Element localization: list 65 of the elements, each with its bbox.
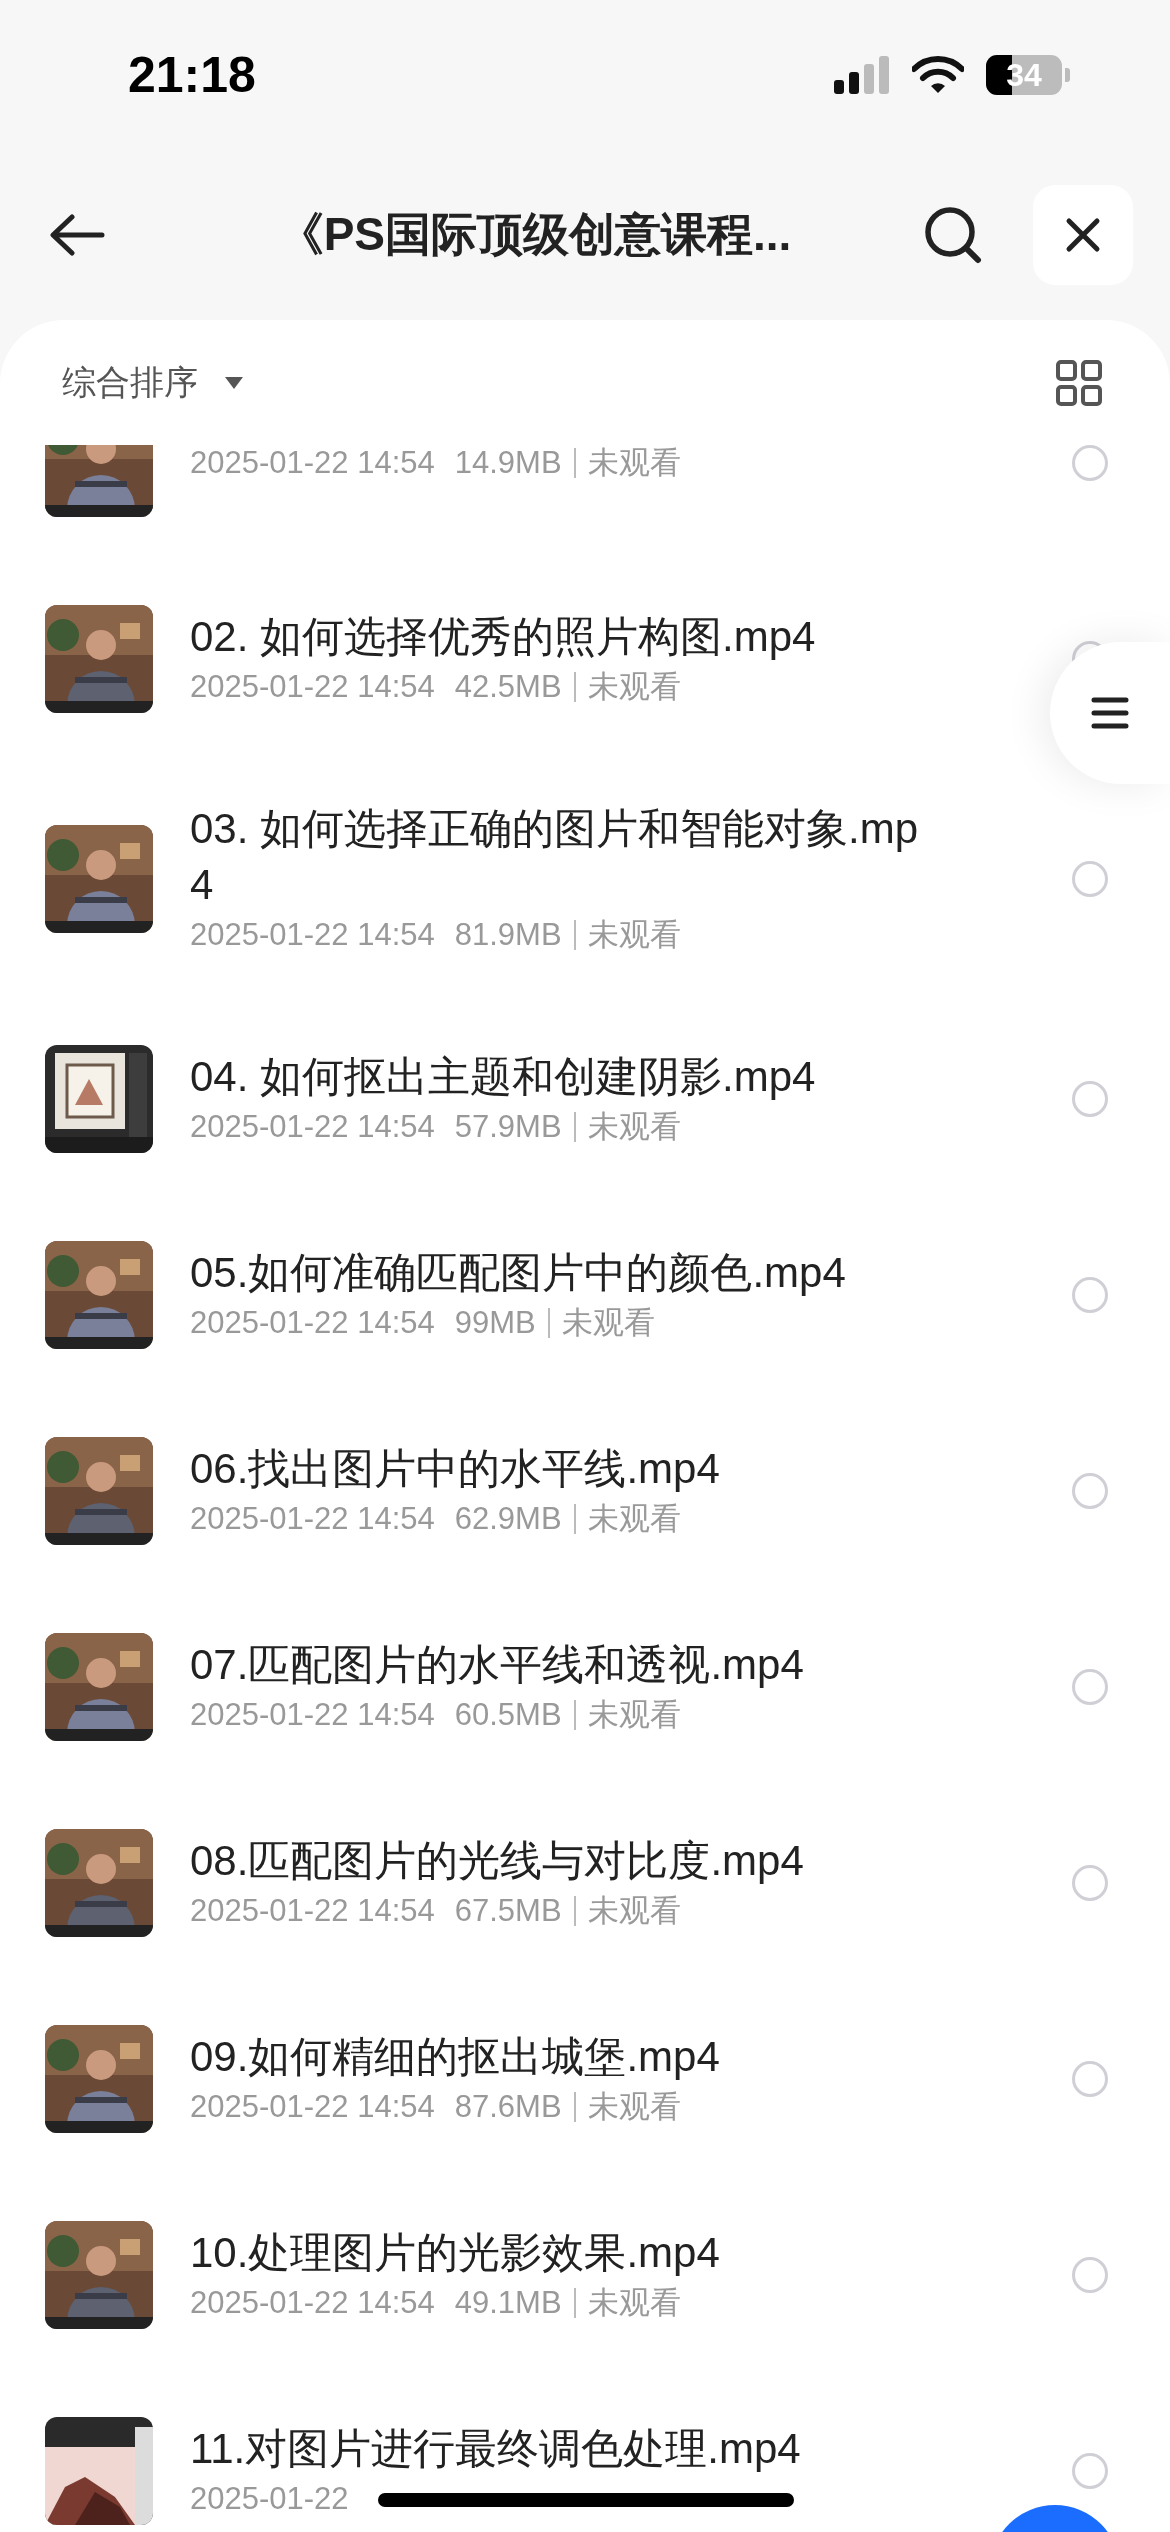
file-date: 2025-01-22 14:54 <box>190 2088 435 2126</box>
watch-status: 未观看 <box>587 1696 681 1734</box>
close-button[interactable] <box>1033 185 1133 285</box>
select-radio[interactable] <box>1072 1669 1108 1705</box>
signal-icon <box>834 56 890 94</box>
file-size: 42.5MB <box>454 668 562 706</box>
select-radio[interactable] <box>1072 1865 1108 1901</box>
grid-view-icon[interactable] <box>1056 359 1102 406</box>
select-radio[interactable] <box>1072 1473 1108 1509</box>
caret-icon <box>224 375 244 390</box>
file-name: 04. 如何抠出主题和创建阴影.mp4 <box>190 1052 817 1102</box>
watch-status: 未观看 <box>587 2284 681 2322</box>
file-date: 2025-01-22 14:54 <box>190 2284 435 2322</box>
select-radio[interactable] <box>1072 445 1108 481</box>
watch-status: 未观看 <box>587 1500 681 1538</box>
file-date: 2025-01-22 14:54 <box>190 1892 435 1930</box>
file-name: 11.对图片进行最终调色处理.mp4 <box>190 2424 802 2474</box>
back-button[interactable] <box>48 213 106 257</box>
file-name: 03. 如何选择正确的图片和智能对象.mp4 <box>190 804 920 910</box>
file-size: 99MB <box>454 1304 536 1342</box>
watch-status: 未观看 <box>587 1892 681 1930</box>
file-date: 2025-01-22 14:54 <box>190 1304 435 1342</box>
sort-dropdown[interactable]: 综合排序 <box>62 359 244 406</box>
file-name: 07.匹配图片的水平线和透视.mp4 <box>190 1640 805 1690</box>
file-name: 02. 如何选择优秀的照片构图.mp4 <box>190 612 817 662</box>
select-radio[interactable] <box>1072 861 1108 897</box>
select-radio[interactable] <box>1072 1277 1108 1313</box>
watch-status: 未观看 <box>587 1108 681 1146</box>
watch-status: 未观看 <box>587 445 681 482</box>
file-date: 2025-01-22 14:54 <box>190 445 435 482</box>
select-radio[interactable] <box>1072 2453 1108 2489</box>
file-date: 2025-01-22 14:54 <box>190 1108 435 1146</box>
search-icon <box>923 205 983 265</box>
search-button[interactable] <box>923 205 983 265</box>
file-size: 87.6MB <box>454 2088 562 2126</box>
back-arrow-icon <box>48 213 106 257</box>
file-name: 10.处理图片的光影效果.mp4 <box>190 2228 721 2278</box>
file-date: 2025-01-22 14:54 <box>190 916 435 954</box>
file-size: 62.9MB <box>454 1500 562 1538</box>
file-size: 67.5MB <box>454 1892 562 1930</box>
watch-status: 未观看 <box>587 668 681 706</box>
file-name: 06.找出图片中的水平线.mp4 <box>190 1444 721 1494</box>
watch-status: 未观看 <box>561 1304 655 1342</box>
file-size: 14.9MB <box>454 445 562 482</box>
file-size: 60.5MB <box>454 1696 562 1734</box>
file-size: 49.1MB <box>454 2284 562 2322</box>
file-date: 2025-01-22 14:54 <box>190 668 435 706</box>
select-radio[interactable] <box>1072 2257 1108 2293</box>
file-date: 2025-01-22 <box>190 2480 349 2518</box>
file-date: 2025-01-22 14:54 <box>190 1500 435 1538</box>
watch-status: 未观看 <box>587 2088 681 2126</box>
file-name: 08.匹配图片的光线与对比度.mp4 <box>190 1836 805 1886</box>
select-radio[interactable] <box>1072 1081 1108 1117</box>
file-size: 81.9MB <box>454 916 562 954</box>
page-title: 《PS国际顶级创意课程... <box>276 207 793 262</box>
file-name: 09.如何精细的抠出城堡.mp4 <box>190 2032 721 2082</box>
wifi-icon <box>912 56 964 94</box>
watch-status: 未观看 <box>587 916 681 954</box>
file-date: 2025-01-22 14:54 <box>190 1696 435 1734</box>
file-name: 05.如何准确匹配图片中的颜色.mp4 <box>190 1248 847 1298</box>
status-time: 21:18 <box>128 46 256 104</box>
file-size: 57.9MB <box>454 1108 562 1146</box>
menu-icon <box>1091 696 1129 730</box>
close-icon <box>1065 217 1101 253</box>
select-radio[interactable] <box>1072 2061 1108 2097</box>
